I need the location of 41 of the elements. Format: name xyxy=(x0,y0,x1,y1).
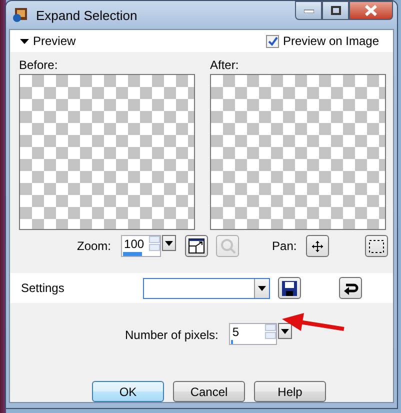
reset-button[interactable] xyxy=(339,277,362,299)
close-icon xyxy=(365,5,377,16)
minimize-icon xyxy=(304,8,314,12)
number-input[interactable]: 100 xyxy=(122,236,150,252)
pan-button[interactable] xyxy=(306,235,329,257)
curved-arrow-icon xyxy=(342,281,359,295)
magnifier-icon xyxy=(220,238,236,254)
window-title: Expand Selection xyxy=(36,8,138,22)
close-button[interactable] xyxy=(349,1,393,20)
dropdown-button[interactable] xyxy=(162,235,176,251)
pixels-label: Number of pixels: xyxy=(125,328,218,342)
number-field[interactable]: 5 xyxy=(229,323,278,345)
caret-icon xyxy=(258,286,266,290)
dialog-button[interactable]: Cancel xyxy=(173,381,245,402)
checkbox[interactable] xyxy=(266,34,279,48)
selection-button[interactable] xyxy=(364,235,388,257)
save-button[interactable] xyxy=(278,277,302,299)
resize-icon xyxy=(188,238,206,254)
zoom-fit-button[interactable] xyxy=(185,235,208,257)
pan-label: Pan: xyxy=(272,239,297,253)
after-label: After: xyxy=(210,58,240,72)
settings-dropdown[interactable] xyxy=(143,278,270,298)
app-icon xyxy=(12,7,28,23)
maximize-button[interactable] xyxy=(322,1,349,20)
caret-icon xyxy=(281,328,290,334)
minimize-button[interactable] xyxy=(295,1,322,20)
preview-toggle[interactable]: Preview xyxy=(20,34,76,48)
zoom-label: Zoom: xyxy=(77,239,112,253)
dialog-button[interactable]: OK xyxy=(92,381,164,402)
caret-icon xyxy=(20,36,29,46)
caret-icon xyxy=(165,240,174,246)
move-icon xyxy=(312,240,323,252)
before-label: Before: xyxy=(19,58,59,72)
maximize-icon xyxy=(330,6,340,15)
settings-label: Settings xyxy=(21,281,64,295)
number-field[interactable]: 100 xyxy=(121,235,162,257)
checkbox-label: Preview on Image xyxy=(282,34,379,48)
dropdown-button[interactable] xyxy=(278,323,292,339)
dialog-button[interactable]: Help xyxy=(254,381,326,402)
number-input[interactable]: 5 xyxy=(230,324,266,340)
marquee-icon xyxy=(368,240,384,252)
